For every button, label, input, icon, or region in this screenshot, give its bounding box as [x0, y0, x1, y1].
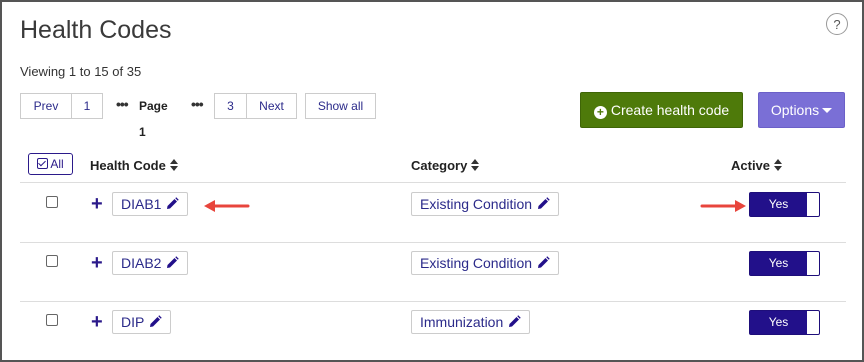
row-divider [20, 242, 846, 243]
category-value: Immunization [420, 314, 504, 330]
active-toggle[interactable]: Yes [749, 251, 820, 276]
sort-icon [169, 159, 178, 171]
select-all-label: All [50, 157, 64, 171]
pencil-icon [165, 254, 180, 276]
create-health-code-button[interactable]: + Create health code [580, 92, 743, 128]
pencil-icon [165, 195, 180, 217]
show-all-button[interactable]: Show all [305, 93, 376, 119]
column-label: Active [731, 158, 771, 173]
row-divider [20, 301, 846, 302]
health-code-value: DIP [121, 314, 145, 330]
pencil-icon [148, 313, 163, 335]
options-button[interactable]: Options [758, 92, 845, 128]
column-label: Category [411, 158, 468, 173]
pencil-icon [536, 254, 550, 276]
expand-plus-icon[interactable]: + [91, 194, 103, 214]
active-toggle-label: Yes [750, 193, 807, 216]
category-edit-button[interactable]: Existing Condition [411, 251, 560, 276]
annotation-arrow-left-icon [204, 200, 250, 212]
category-value: Existing Condition [420, 196, 533, 212]
health-codes-panel: Health Codes ? Viewing 1 to 15 of 35 Pre… [0, 0, 864, 362]
header-divider [20, 182, 846, 183]
current-page: Page 1 [139, 99, 168, 139]
caret-down-icon [822, 108, 833, 113]
row-checkbox[interactable] [46, 255, 58, 267]
sort-icon [774, 159, 783, 171]
next-button[interactable]: Next [246, 93, 297, 119]
annotation-arrow-right-icon [700, 200, 746, 212]
category-edit-button[interactable]: Immunization [411, 310, 531, 335]
category-value: Existing Condition [420, 255, 533, 271]
health-code-edit-button[interactable]: DIAB1 [112, 192, 189, 217]
prev-button[interactable]: Prev [20, 93, 72, 119]
column-header-active[interactable]: Active [731, 158, 783, 173]
plus-circle-icon: + [593, 106, 607, 119]
row-checkbox[interactable] [46, 314, 58, 326]
sort-icon [471, 159, 480, 171]
health-code-value: DIAB1 [121, 196, 162, 212]
row-checkbox[interactable] [46, 196, 58, 208]
page-3-button[interactable]: 3 [214, 93, 247, 119]
column-label: Health Code [90, 158, 166, 173]
health-code-edit-button[interactable]: DIAB2 [112, 251, 189, 276]
page-1-button[interactable]: 1 [71, 93, 103, 119]
active-toggle-label: Yes [750, 311, 807, 334]
create-health-code-label: Create health code [610, 102, 730, 118]
active-toggle[interactable]: Yes [749, 192, 820, 217]
health-code-edit-button[interactable]: DIP [112, 310, 172, 335]
viewing-count: Viewing 1 to 15 of 35 [20, 64, 142, 79]
category-edit-button[interactable]: Existing Condition [411, 192, 560, 217]
page-title: Health Codes [20, 16, 172, 44]
help-button[interactable]: ? [826, 13, 848, 35]
pencil-icon [507, 313, 521, 335]
options-label: Options [770, 102, 820, 118]
pencil-icon [536, 195, 550, 217]
select-all-button[interactable]: All [28, 153, 73, 175]
column-header-category[interactable]: Category [411, 158, 480, 173]
checkbox-check-icon [37, 158, 49, 169]
expand-plus-icon[interactable]: + [91, 312, 103, 332]
ellipsis-left: ••• [116, 96, 129, 112]
expand-plus-icon[interactable]: + [91, 253, 103, 273]
column-header-health-code[interactable]: Health Code [90, 158, 178, 173]
active-toggle[interactable]: Yes [749, 310, 820, 335]
health-code-value: DIAB2 [121, 255, 162, 271]
ellipsis-right: ••• [191, 96, 204, 112]
active-toggle-label: Yes [750, 252, 807, 275]
